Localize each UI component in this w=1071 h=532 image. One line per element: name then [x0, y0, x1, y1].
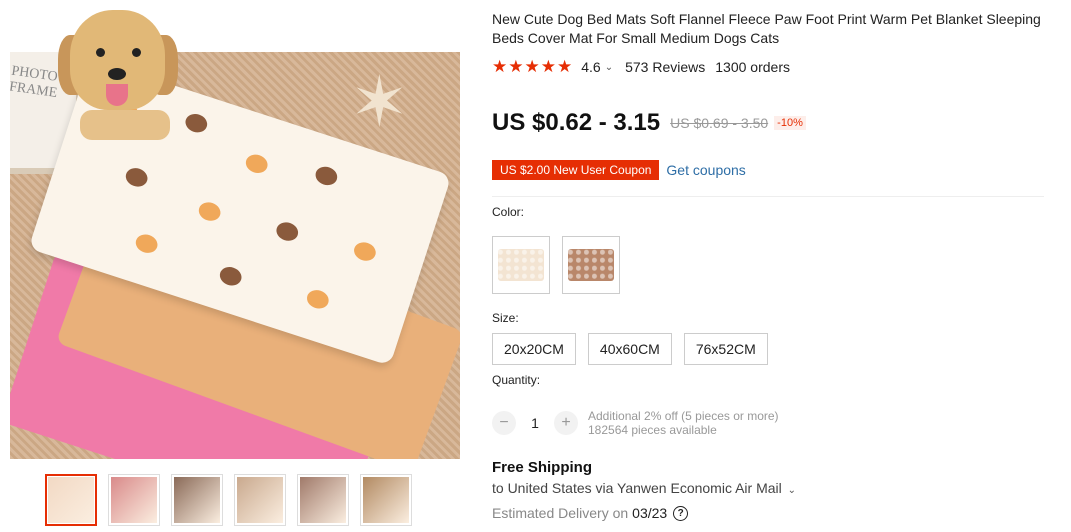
quantity-info: Additional 2% off (5 pieces or more) 182…	[588, 409, 779, 437]
original-price: US $0.69 - 3.50	[670, 115, 769, 131]
delivery-label: Estimated Delivery on	[492, 505, 629, 521]
color-label: Color:	[492, 205, 525, 219]
delivery-date: 03/23	[632, 505, 668, 521]
thumbnail-image	[48, 477, 94, 523]
thumbnail-6[interactable]	[360, 474, 412, 526]
thumbnail-1[interactable]	[45, 474, 97, 526]
size-option[interactable]: 76x52CM	[683, 333, 768, 365]
bulk-discount-note: Additional 2% off (5 pieces or more)	[588, 409, 779, 423]
star-icon: ★	[508, 57, 524, 76]
star-icon: ★	[524, 57, 540, 76]
pieces-available: 182564 pieces available	[588, 423, 717, 437]
decrease-quantity-button[interactable]: −	[492, 411, 516, 435]
current-price: US $0.62 - 3.15	[492, 109, 661, 136]
coupon-row: US $2.00 New User Coupon Get coupons	[489, 160, 746, 180]
thumbnail-image	[363, 477, 409, 523]
quantity-input[interactable]: 1	[516, 415, 554, 431]
orders-count: 1300 orders	[715, 59, 790, 75]
color-swatch	[498, 249, 544, 281]
color-swatch	[568, 249, 614, 281]
quantity-stepper: − 1 + Additional 2% off (5 pieces or mor…	[492, 409, 779, 437]
divider	[492, 196, 1044, 197]
rating-row: ★★★★★ 4.6 ⌄ 573 Reviews 1300 orders	[492, 57, 790, 77]
increase-quantity-button[interactable]: +	[554, 411, 578, 435]
thumbnail-3[interactable]	[171, 474, 223, 526]
product-info: New Cute Dog Bed Mats Soft Flannel Fleec…	[489, 10, 1044, 521]
shipping-title: Free Shipping	[492, 459, 593, 476]
shipping-destination-text[interactable]: to United States via Yanwen Economic Air…	[492, 480, 782, 496]
chevron-down-icon[interactable]: ⌄	[605, 62, 613, 73]
discount-badge: -10%	[774, 116, 806, 130]
quantity-label: Quantity:	[492, 373, 541, 387]
help-icon[interactable]: ?	[673, 505, 689, 521]
size-options: 20x20CM 40x60CM 76x52CM	[492, 333, 768, 365]
size-option[interactable]: 20x20CM	[492, 333, 576, 365]
rating-value[interactable]: 4.6	[581, 59, 600, 75]
thumbnail-image	[300, 477, 346, 523]
product-title: New Cute Dog Bed Mats Soft Flannel Fleec…	[492, 11, 1041, 46]
shipping-destination[interactable]: to United States via Yanwen Economic Air…	[492, 480, 796, 496]
star-icon: ★	[540, 57, 556, 76]
thumbnail-4[interactable]	[234, 474, 286, 526]
thumbnail-image	[237, 477, 283, 523]
rating-stars: ★★★★★	[492, 57, 573, 77]
reviews-link[interactable]: 573 Reviews	[625, 59, 705, 75]
new-user-coupon-badge[interactable]: US $2.00 New User Coupon	[489, 160, 660, 180]
chevron-down-icon[interactable]: ⌄	[788, 485, 796, 496]
color-option-cream-paw[interactable]	[492, 236, 550, 294]
dog-illustration	[58, 10, 180, 140]
star-icon: ★	[492, 57, 508, 76]
starfish-icon: ✶	[350, 63, 409, 141]
size-option[interactable]: 40x60CM	[587, 333, 672, 365]
estimated-delivery: Estimated Delivery on 03/23 ?	[492, 505, 689, 521]
thumbnail-2[interactable]	[108, 474, 160, 526]
star-icon: ★	[557, 57, 573, 76]
color-option-brown-paw[interactable]	[562, 236, 620, 294]
thumbnail-image	[111, 477, 157, 523]
get-coupons-link[interactable]: Get coupons	[666, 162, 745, 178]
size-label: Size:	[492, 311, 519, 325]
price-row: US $0.62 - 3.15 US $0.69 - 3.50 -10%	[492, 109, 806, 137]
color-options	[492, 236, 620, 294]
thumbnail-strip	[45, 474, 412, 526]
thumbnail-5[interactable]	[297, 474, 349, 526]
thumbnail-image	[174, 477, 220, 523]
